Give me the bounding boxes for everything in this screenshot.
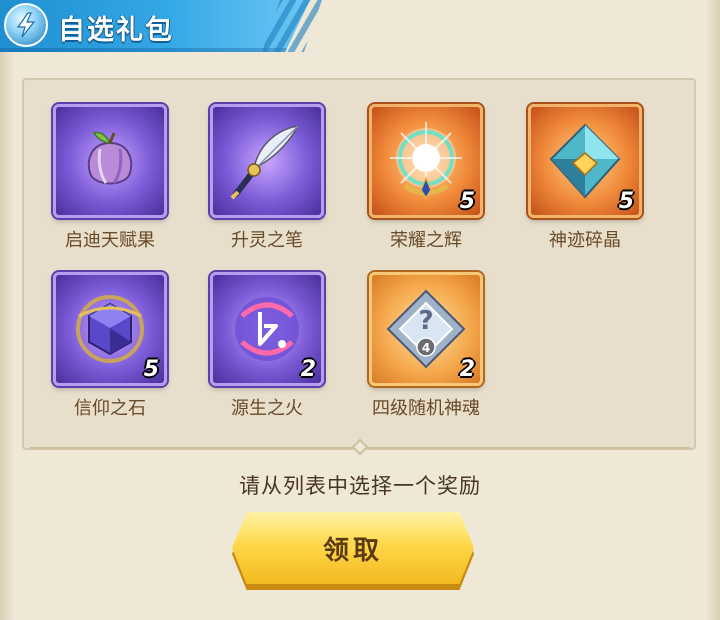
svg-text:?: ? (418, 306, 433, 336)
reward-count: 5 (459, 189, 475, 214)
random-soul-icon: ? 4 (386, 289, 466, 369)
soul-level: 4 (422, 341, 430, 355)
crystal-shard-icon (549, 123, 621, 199)
reward-label: 信仰之石 (74, 398, 146, 419)
faith-stone-icon (76, 295, 144, 363)
reward-item[interactable]: ? 4 2 四级随机神魂 (366, 272, 486, 420)
reward-frame[interactable] (210, 104, 324, 218)
reward-item[interactable]: 启迪天赋果 (50, 104, 170, 252)
reward-frame[interactable]: 5 (528, 104, 642, 218)
radiant-orb-icon (390, 122, 462, 200)
reward-frame[interactable]: 5 (369, 104, 483, 218)
reward-item[interactable]: 5 荣耀之辉 (366, 104, 486, 252)
reward-label: 荣耀之辉 (390, 230, 462, 251)
lightning-shard-icon (4, 3, 48, 47)
reward-label: 神迹碎晶 (549, 230, 621, 251)
right-edge (706, 0, 720, 620)
origin-fire-icon (235, 297, 299, 361)
reward-frame[interactable]: 2 (210, 272, 324, 386)
claim-button[interactable]: 领取 (232, 512, 474, 584)
left-edge (0, 0, 14, 620)
fruit-icon (87, 131, 133, 185)
reward-item[interactable]: 5 信仰之石 (50, 272, 170, 420)
instruction-text: 请从列表中选择一个奖励 (239, 474, 481, 498)
reward-item[interactable]: 5 神迹碎晶 (525, 104, 645, 252)
reward-item[interactable]: 2 源生之火 (207, 272, 327, 420)
reward-count: 5 (143, 357, 159, 382)
reward-frame[interactable]: ? 4 2 (369, 272, 483, 386)
reward-count: 2 (300, 357, 316, 382)
reward-count: 2 (459, 357, 475, 382)
page-title: 自选礼包 (58, 15, 174, 46)
reward-frame[interactable]: 5 (53, 272, 167, 386)
reward-item[interactable]: 升灵之笔 (207, 104, 327, 252)
reward-label: 升灵之笔 (231, 230, 303, 251)
reward-label: 四级随机神魂 (372, 398, 480, 419)
reward-label: 启迪天赋果 (65, 230, 155, 251)
reward-label: 源生之火 (231, 398, 303, 419)
feather-pen-icon (230, 125, 300, 200)
reward-count: 5 (618, 189, 634, 214)
reward-frame[interactable] (53, 104, 167, 218)
